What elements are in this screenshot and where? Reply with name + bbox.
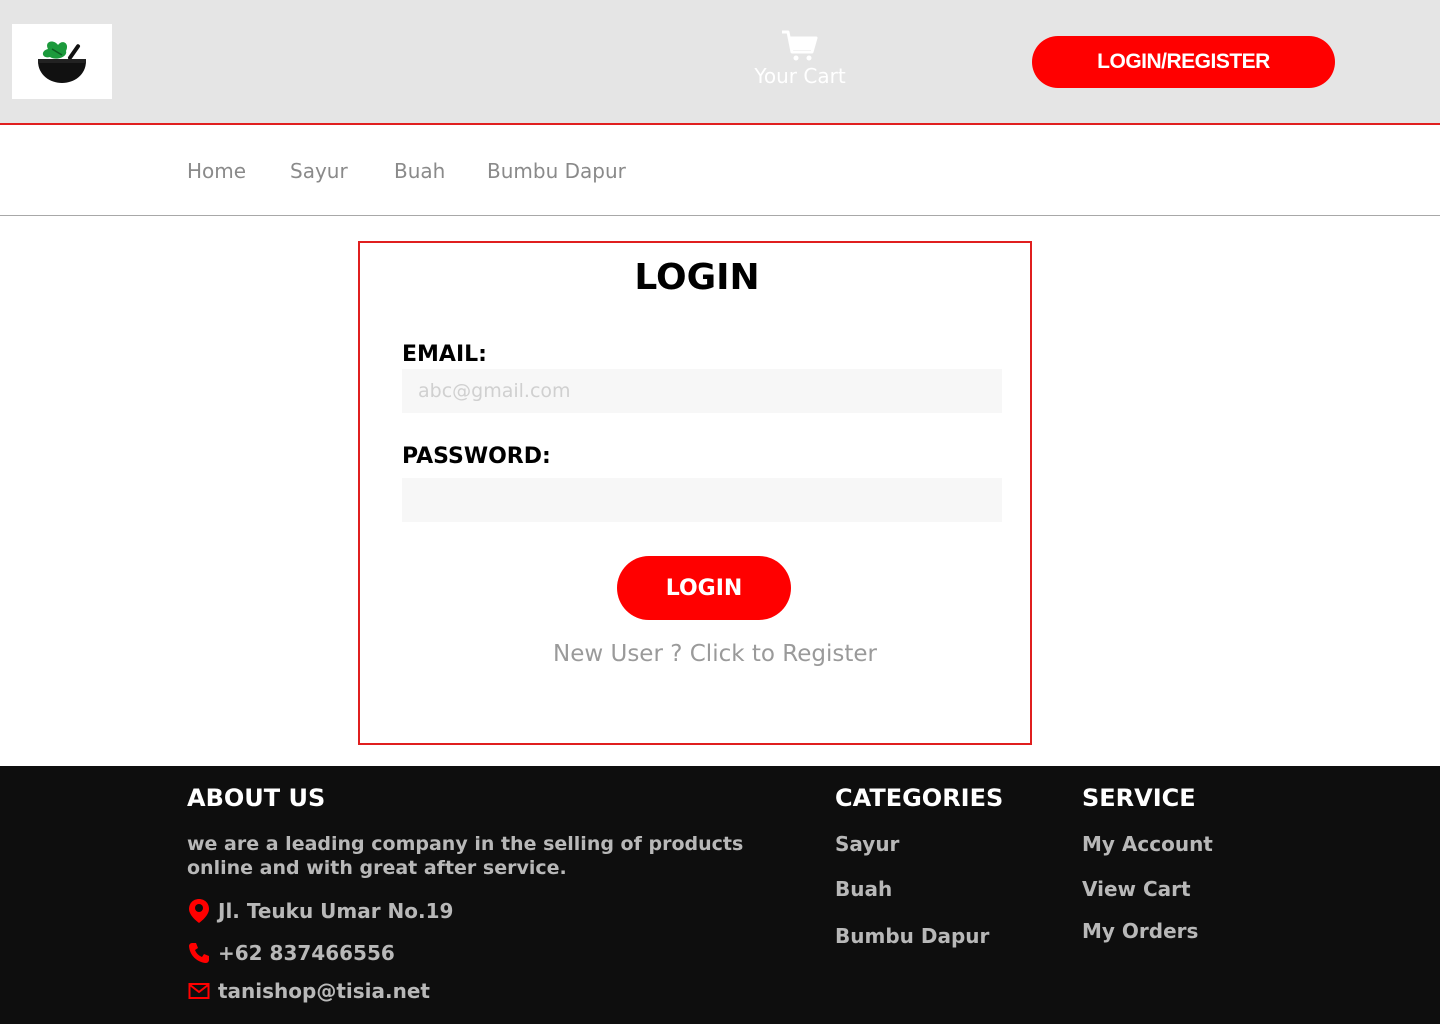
phone-row: +62 837466556 — [187, 941, 395, 965]
login-title: LOGIN — [634, 257, 760, 298]
footer-category-sayur[interactable]: Sayur — [835, 832, 899, 856]
categories-heading: CATEGORIES — [835, 784, 1004, 812]
login-register-button[interactable]: LOGIN/REGISTER — [1032, 36, 1335, 88]
category-nav: Home Sayur Buah Bumbu Dapur — [0, 125, 1440, 216]
page: Your Cart LOGIN/REGISTER Home Sayur Buah… — [0, 0, 1440, 1024]
about-heading: ABOUT US — [187, 784, 326, 812]
mail-icon — [187, 979, 211, 1003]
cart-label: Your Cart — [754, 64, 846, 88]
phone-text: +62 837466556 — [218, 941, 395, 965]
email-row: tanishop@tisia.net — [187, 979, 430, 1003]
footer-category-buah[interactable]: Buah — [835, 877, 892, 901]
address-text: Jl. Teuku Umar No.19 — [218, 899, 454, 923]
cart-icon — [782, 30, 818, 61]
footer-service-my-account[interactable]: My Account — [1082, 832, 1213, 856]
password-label: PASSWORD: — [402, 444, 551, 469]
nav-item-sayur[interactable]: Sayur — [290, 159, 348, 183]
cart-button[interactable]: Your Cart — [740, 28, 860, 98]
footer: ABOUT US we are a leading company in the… — [0, 766, 1440, 1024]
location-pin-icon — [187, 899, 211, 923]
footer-category-bumbu-dapur[interactable]: Bumbu Dapur — [835, 924, 989, 948]
nav-item-buah[interactable]: Buah — [394, 159, 445, 183]
salad-bowl-icon — [38, 41, 86, 83]
about-text: we are a leading company in the selling … — [187, 833, 744, 879]
footer-service-my-orders[interactable]: My Orders — [1082, 919, 1198, 943]
footer-service-view-cart[interactable]: View Cart — [1082, 877, 1191, 901]
nav-item-home[interactable]: Home — [187, 159, 246, 183]
nav-item-bumbu-dapur[interactable]: Bumbu Dapur — [487, 159, 626, 183]
email-label: EMAIL: — [402, 342, 487, 367]
password-field[interactable] — [402, 478, 1002, 522]
email-field[interactable] — [402, 369, 1002, 413]
login-form: LOGIN EMAIL: PASSWORD: LOGIN New User ? … — [358, 241, 1032, 745]
logo[interactable] — [12, 24, 112, 99]
phone-icon — [187, 941, 211, 965]
header: Your Cart LOGIN/REGISTER — [0, 0, 1440, 125]
service-heading: SERVICE — [1082, 784, 1196, 812]
register-link[interactable]: New User ? Click to Register — [360, 641, 1070, 667]
email-text: tanishop@tisia.net — [218, 979, 430, 1003]
address-row: Jl. Teuku Umar No.19 — [187, 899, 453, 923]
login-submit-button[interactable]: LOGIN — [617, 556, 791, 620]
